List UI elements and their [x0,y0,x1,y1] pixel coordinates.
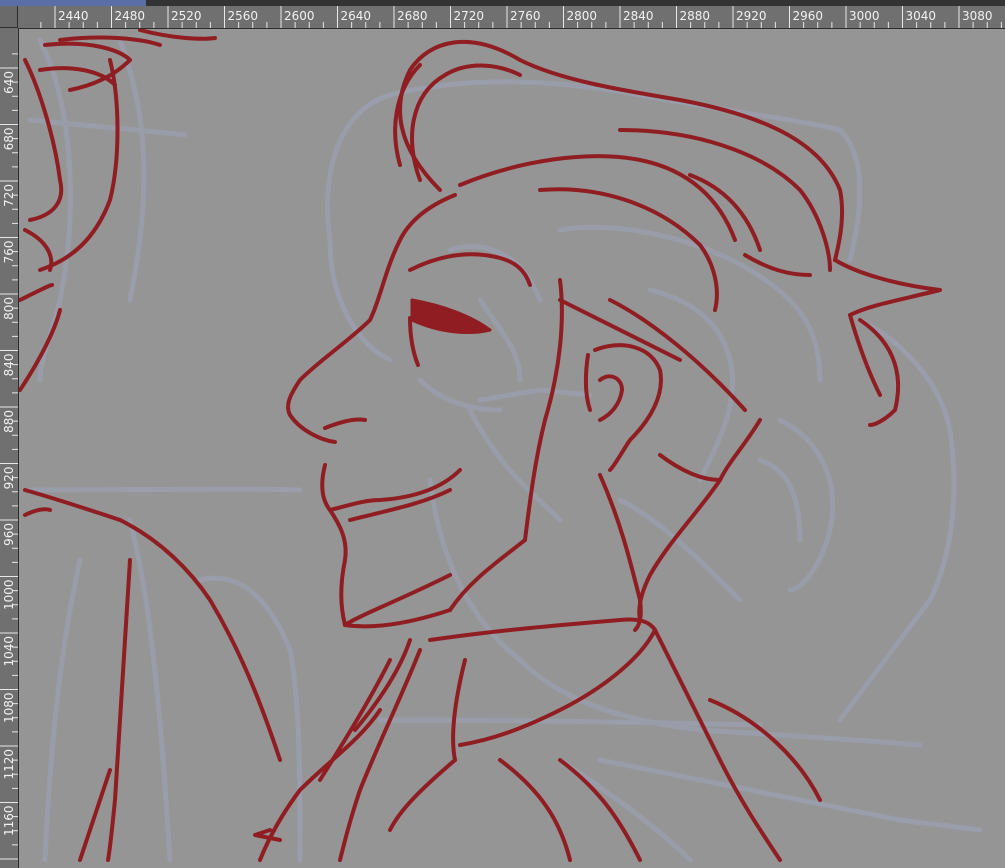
ruler-label: 720 [2,184,16,207]
ruler-label: 880 [2,410,16,433]
ruler-label: 2440 [58,9,89,23]
ruler-label: 2720 [454,9,485,23]
ruler-label: 800 [2,297,16,320]
ruler-label: 1040 [2,636,16,667]
rough-sketch-layer [27,37,983,863]
ruler-label: 2920 [736,9,767,23]
ruler-label: 960 [2,523,16,546]
drawing-canvas[interactable] [19,29,1005,868]
horizontal-ruler[interactable]: 2440 2480 2520 2560 2600 2640 2680 2720 2760 2800… [18,6,1005,29]
ruler-label: 3000 [849,9,880,23]
sketch-artwork [19,29,983,863]
ruler-label: 2560 [228,9,259,23]
ruler-label: 2840 [623,9,654,23]
ruler-label: 1120 [2,749,16,780]
ruler-label: 2960 [793,9,824,23]
drawing-app-window: 2440 2480 2520 2560 2600 2640 2680 2720 2760 2800… [0,0,1005,868]
ruler-label: 2760 [510,9,541,23]
ruler-label: 760 [2,241,16,264]
ruler-corner[interactable] [0,6,18,28]
ruler-label: 640 [2,71,16,94]
ruler-label: 1000 [2,580,16,611]
ruler-label: 2800 [567,9,598,23]
ruler-label: 1160 [2,806,16,837]
ruler-label: 840 [2,354,16,377]
ruler-label: 2520 [171,9,202,23]
ruler-label: 2600 [284,9,315,23]
ruler-label: 3040 [906,9,937,23]
ruler-label: 2680 [397,9,428,23]
ruler-label: 2480 [115,9,146,23]
ruler-label: 2880 [680,9,711,23]
ruler-label: 920 [2,467,16,490]
ruler-label: 2640 [341,9,372,23]
ruler-label: 3080 [962,9,993,23]
ruler-label: 680 [2,128,16,151]
vertical-ruler[interactable]: 640 680 720 760 800 840 880 920 960 1000 1040 1080 1… [0,28,19,868]
ruler-label: 1080 [2,693,16,724]
